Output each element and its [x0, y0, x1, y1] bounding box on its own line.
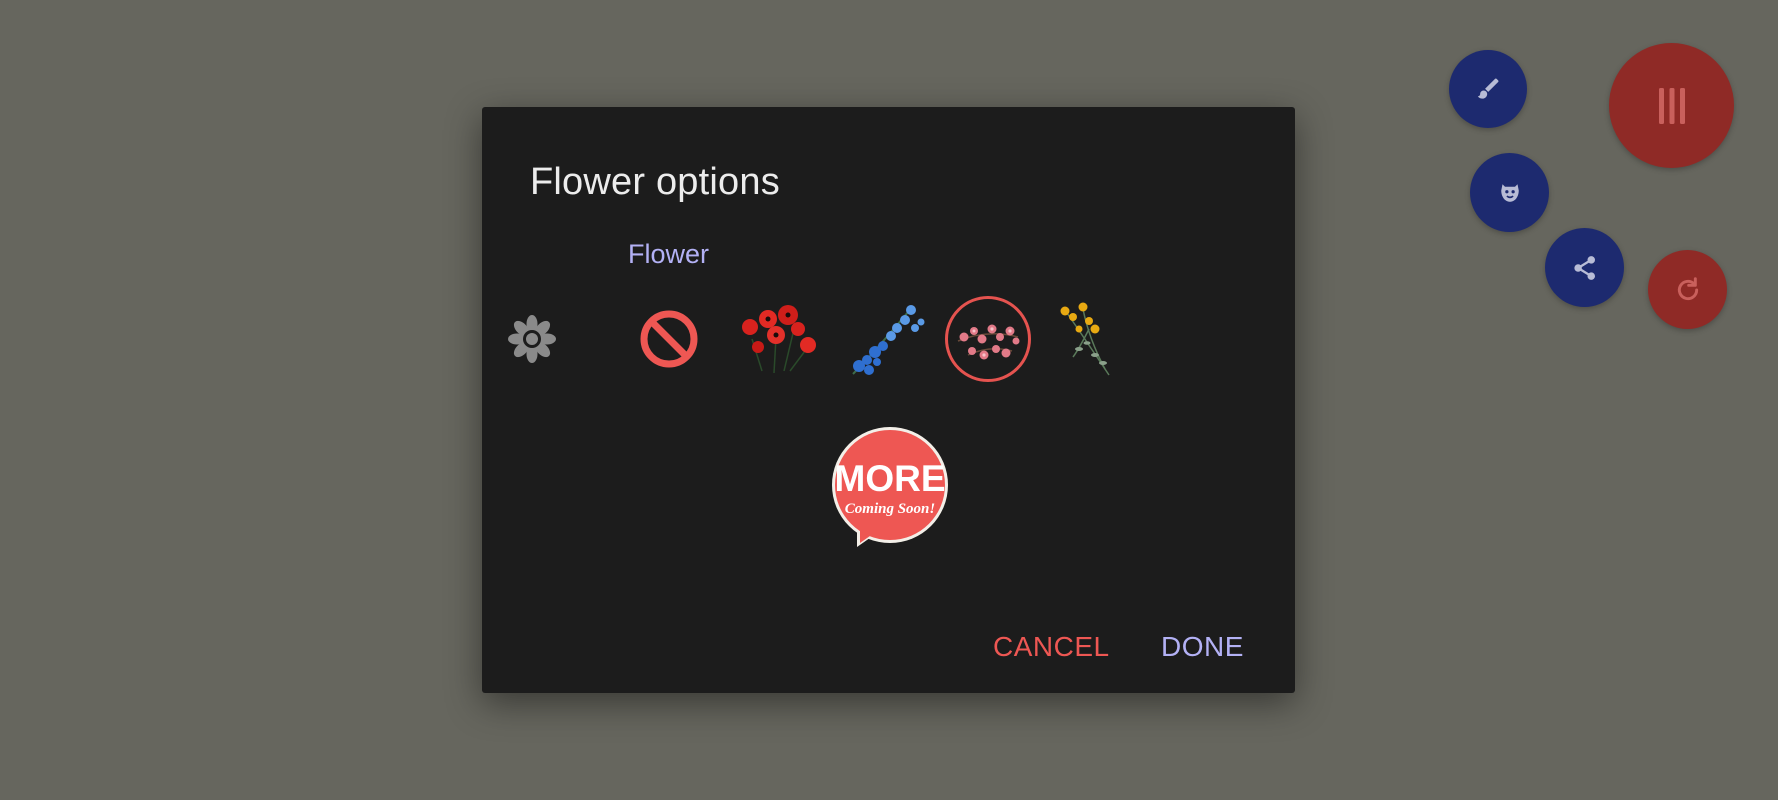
flower-option-none[interactable]: [626, 296, 712, 382]
gear-icon: [508, 315, 556, 363]
share-icon: [1573, 255, 1595, 280]
yellow-wildflowers-image: [1060, 302, 1110, 376]
more-badge-title: MORE: [835, 458, 946, 499]
pink-blossoms-image: [957, 324, 1020, 360]
face-sticker-icon: [1500, 183, 1519, 202]
flower-options-dialog: Flower options Flower MORE Coming Soon! …: [482, 107, 1295, 693]
flower-section-label: Flower: [628, 239, 710, 269]
cancel-button[interactable]: CANCEL: [987, 627, 1116, 667]
flower-option-blue-flowers[interactable]: [843, 296, 929, 382]
more-badge-subtitle: Coming Soon!: [845, 501, 935, 517]
blue-flowers-image: [852, 305, 925, 375]
refresh-icon: [1677, 276, 1698, 300]
brush-button[interactable]: [1449, 50, 1527, 128]
dialog-title: Flower options: [530, 161, 780, 203]
share-button[interactable]: [1545, 228, 1624, 307]
more-coming-soon-badge[interactable]: MORE Coming Soon!: [827, 425, 953, 551]
flower-option-yellow-wildflowers[interactable]: [1044, 296, 1130, 382]
menu-button[interactable]: [1609, 43, 1734, 168]
brush-icon: [1477, 78, 1499, 99]
menu-lines-icon: [1658, 87, 1685, 124]
reset-button[interactable]: [1648, 250, 1727, 329]
done-button[interactable]: DONE: [1155, 627, 1250, 667]
no-entry-icon: [640, 310, 698, 368]
flower-option-red-poppies[interactable]: [732, 296, 818, 382]
red-poppies-image: [742, 305, 816, 374]
flower-option-pink-blossoms[interactable]: [945, 296, 1031, 382]
sticker-button[interactable]: [1470, 153, 1549, 232]
